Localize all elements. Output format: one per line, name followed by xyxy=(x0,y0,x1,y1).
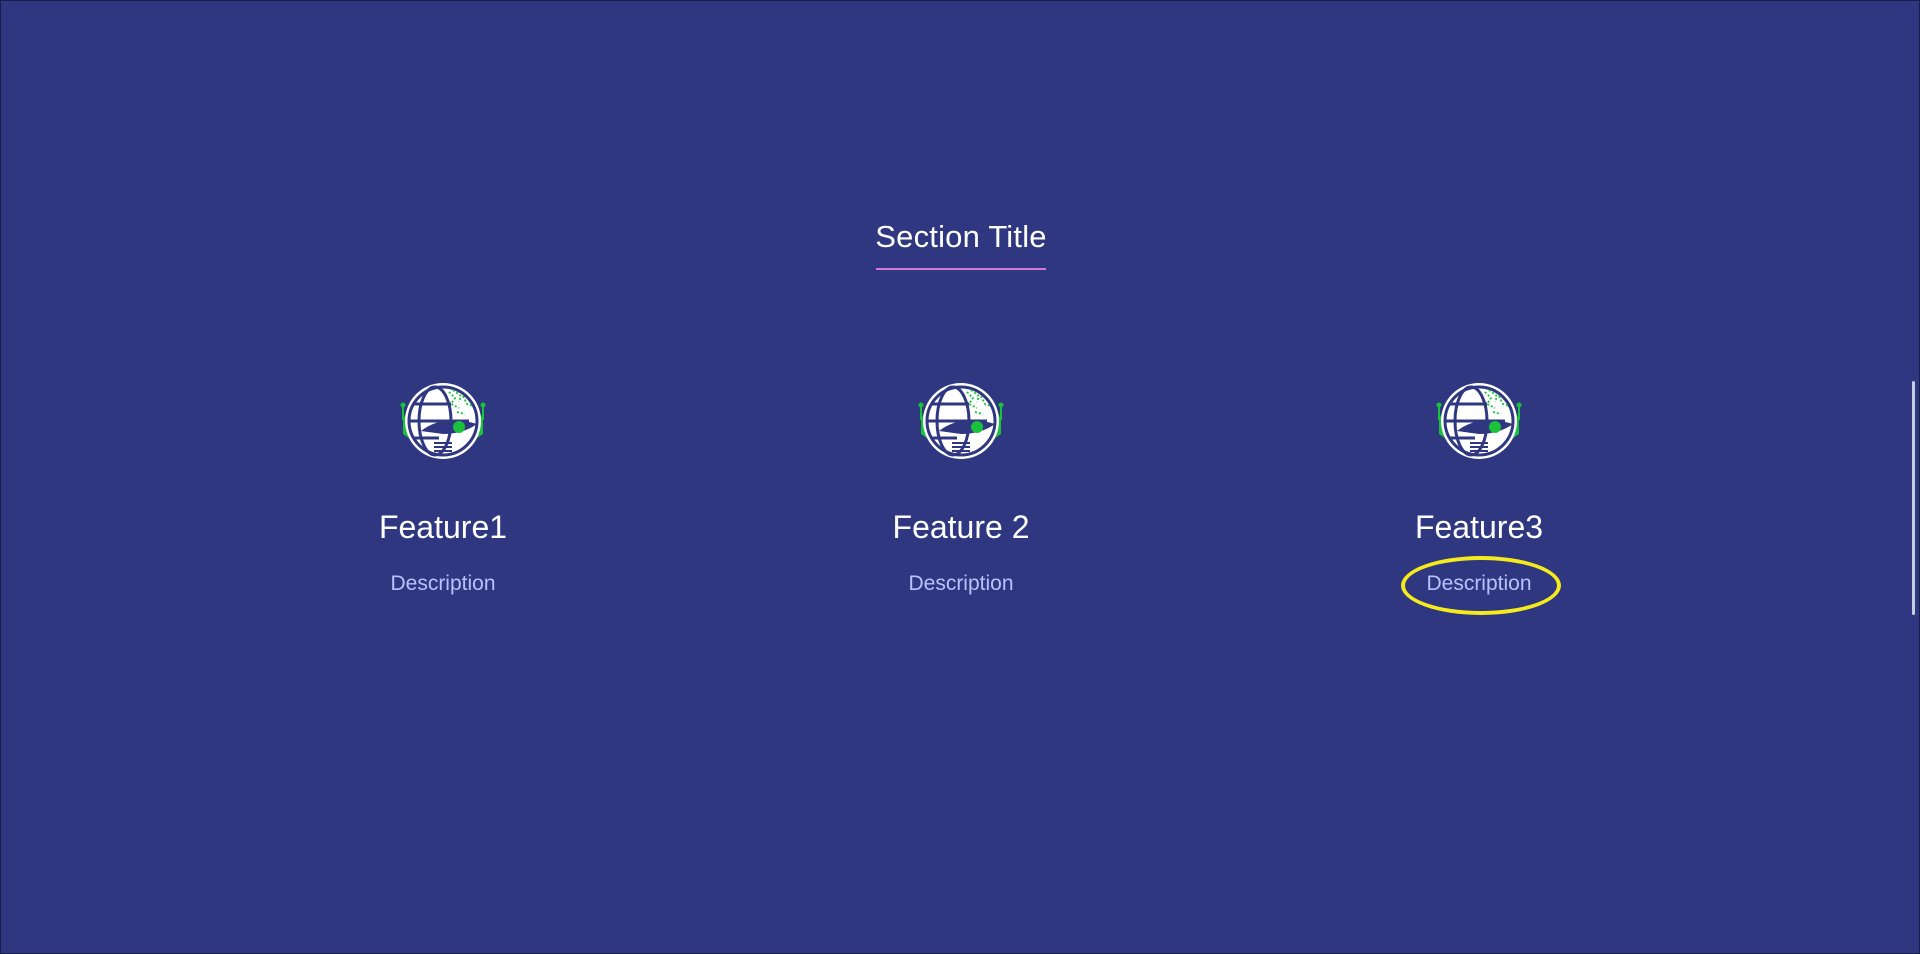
globe-robot-icon xyxy=(1436,383,1522,459)
page: Section Title Feature1 Description Featu… xyxy=(0,0,1920,954)
scrollbar-thumb[interactable] xyxy=(1912,381,1915,615)
feature-description-text: Description xyxy=(1426,572,1532,595)
feature-card-1: Feature1 Description xyxy=(293,376,593,598)
feature-description-highlighted[interactable]: Description xyxy=(1401,556,1562,615)
features-row: Feature1 Description Feature 2 Descripti… xyxy=(1,376,1920,636)
feature-title: Feature3 xyxy=(1414,509,1544,545)
section-title-underline xyxy=(876,268,1046,270)
globe-robot-icon xyxy=(400,383,486,459)
feature-description[interactable]: Description xyxy=(390,570,495,598)
globe-robot-icon xyxy=(918,383,1004,459)
feature-card-2: Feature 2 Description xyxy=(811,376,1111,598)
feature-title: Feature 2 xyxy=(892,509,1030,545)
section-header: Section Title xyxy=(1,216,1920,270)
feature-card-3: Feature3 Description xyxy=(1329,376,1629,615)
section-title: Section Title xyxy=(875,219,1047,254)
feature-description[interactable]: Description xyxy=(908,570,1013,598)
feature-title: Feature1 xyxy=(378,509,508,545)
